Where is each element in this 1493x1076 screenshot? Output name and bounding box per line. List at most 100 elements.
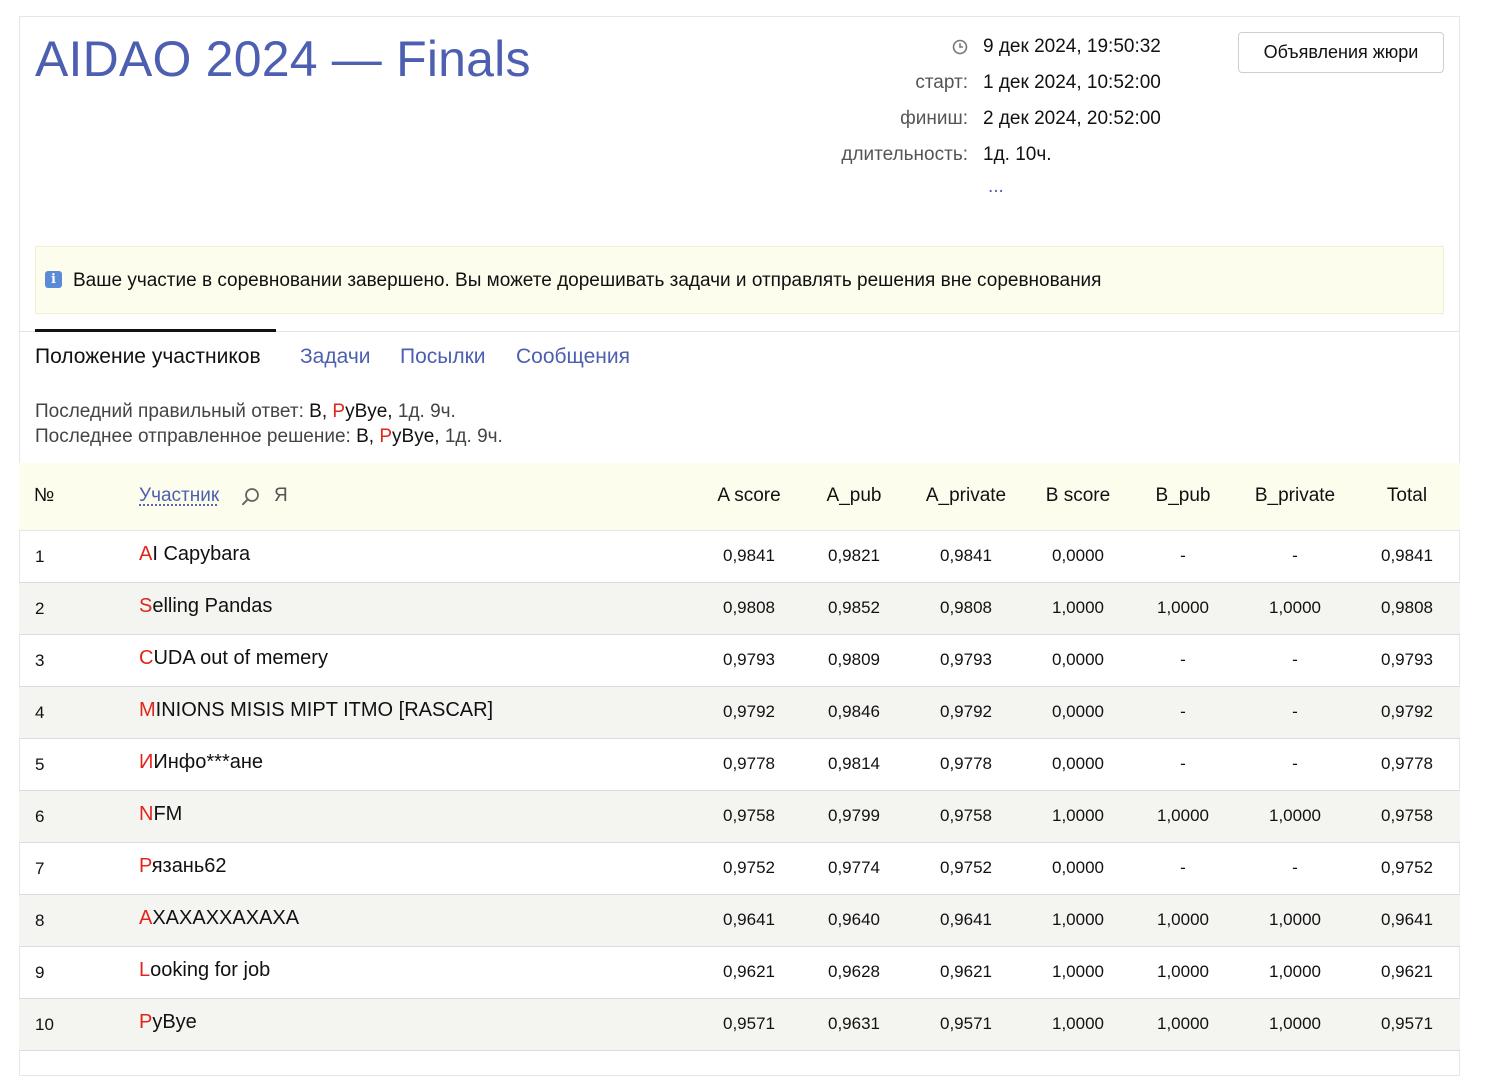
table-row: 9 Looking for job 0,9621 0,9628 0,9621 1,0000… [19,947,1460,999]
table-row: 8 АХАХАХХАХАХА 0,9641 0,9640 0,9641 1,0000 1,0… [19,895,1460,947]
last-correct-problem: B, [309,401,328,422]
b-pub-cell: - [1180,702,1186,721]
participant-name-rest: INIONS MISIS MIPT ITMO [RASCAR] [155,699,494,721]
participation-notice: i Ваше участие в соревновании завершено.… [35,246,1444,314]
table-row: 7 Рязань62 0,9752 0,9774 0,9752 0,0000 - - 0,975… [19,843,1460,895]
b-private-cell: - [1292,858,1298,877]
b-private-cell: - [1292,754,1298,773]
total-cell: 0,9641 [1381,910,1433,929]
tab-active-indicator [35,329,276,332]
meta-finish-label: финиш: [900,108,968,129]
col-b-pub: B_pub [1155,485,1211,506]
table-row: 2 Selling Pandas 0,9808 0,9852 0,9808 1,0000 1… [19,583,1460,635]
a-private-cell: 0,9792 [940,702,992,721]
last-sent-label: Последнее отправленное решение: [35,426,351,447]
total-cell: 0,9571 [1381,1014,1433,1033]
a-pub-cell: 0,9799 [828,806,880,825]
b-pub-cell: 1,0000 [1157,910,1209,929]
a-pub-cell: 0,9774 [828,858,880,877]
a-score-cell: 0,9571 [723,1014,775,1033]
last-sent-time: 1д. 9ч. [444,426,503,447]
participant-name[interactable]: MINIONS MISIS MIPT ITMO [RASCAR] [139,699,493,722]
search-icon[interactable] [241,487,261,507]
b-score-cell: 1,0000 [1052,1014,1104,1033]
table-row: 4 MINIONS MISIS MIPT ITMO [RASCAR] 0,9792 0… [19,687,1460,739]
table-row: 10 PyBye 0,9571 0,9631 0,9571 1,0000 1,0000 1,0… [19,999,1460,1051]
a-pub-cell: 0,9852 [828,598,880,617]
a-score-cell: 0,9792 [723,702,775,721]
participant-name-rest: Инфо***ане [153,751,264,773]
participant-name-rest: ooking for job [150,959,271,981]
a-pub-cell: 0,9814 [828,754,880,773]
meta-more-link[interactable]: ... [988,176,1004,198]
participant-name[interactable]: АХАХАХХАХАХА [139,907,299,930]
last-sent-problem: B, [356,426,375,447]
rank-cell: 2 [35,599,45,618]
participant-name-rest: ХАХАХХАХАХА [152,907,300,929]
rank-cell: 10 [35,1015,54,1034]
a-pub-cell: 0,9846 [828,702,880,721]
tab-messages[interactable]: Сообщения [516,345,630,369]
a-pub-cell: 0,9631 [828,1014,880,1033]
col-rank: № [34,485,55,506]
total-cell: 0,9778 [1381,754,1433,773]
b-pub-cell: - [1180,650,1186,669]
b-private-cell: 1,0000 [1269,910,1321,929]
participant-name[interactable]: CUDA out of memery [139,647,328,670]
total-cell: 0,9793 [1381,650,1433,669]
total-cell: 0,9792 [1381,702,1433,721]
rank-cell: 1 [35,547,45,566]
notice-text: Ваше участие в соревновании завершено. В… [73,270,1102,291]
participant-name[interactable]: AI Capybara [139,543,250,566]
tab-problems[interactable]: Задачи [300,345,371,369]
a-private-cell: 0,9641 [940,910,992,929]
participant-initial: А [139,907,153,929]
contest-title: AIDAO 2024 — Finals [35,31,531,87]
participant-name[interactable]: Selling Pandas [139,595,272,618]
last-correct-label: Последний правильный ответ: [35,401,304,422]
b-score-cell: 1,0000 [1052,910,1104,929]
b-pub-cell: - [1180,754,1186,773]
rank-cell: 7 [35,859,45,878]
participant-initial: A [139,543,153,565]
team-name-rest: yBye, [345,401,393,422]
b-private-cell: 1,0000 [1269,962,1321,981]
tab-standings[interactable]: Положение участников [35,345,261,369]
participant-name[interactable]: PyBye [139,1011,197,1034]
jury-announcements-button[interactable]: Объявления жюри [1238,32,1444,73]
a-score-cell: 0,9621 [723,962,775,981]
last-submitted-solution: Последнее отправленное решение: B, PyBye… [35,426,503,448]
last-correct-answer: Последний правильный ответ: B, PyBye, 1д… [35,401,456,423]
meta-finish-value: 2 дек 2024, 20:52:00 [983,108,1161,129]
meta-start-label: старт: [915,72,968,93]
last-sent-team[interactable]: PyBye, [379,426,439,447]
a-private-cell: 0,9571 [940,1014,992,1033]
participant-name-rest: elling Pandas [152,595,273,617]
b-private-cell: 1,0000 [1269,806,1321,825]
team-initial: P [332,401,346,422]
participant-name[interactable]: Рязань62 [139,855,227,878]
tab-submissions[interactable]: Посылки [400,345,486,369]
last-correct-team[interactable]: PyBye, [332,401,392,422]
col-participant[interactable]: Участник [139,485,219,507]
table-row: 5 ИИнфо***ане 0,9778 0,9814 0,9778 0,0000 - - 0,… [19,739,1460,791]
participant-name[interactable]: ИИнфо***ане [139,751,263,774]
col-b-score: B score [1045,485,1111,506]
participant-initial: S [139,595,153,617]
table-body: 1 AI Capybara 0,9841 0,9821 0,9841 0,0000 - - 0,… [19,531,1460,1051]
a-score-cell: 0,9793 [723,650,775,669]
table-header: № Участник Я A score A_pub A_private B s… [19,463,1460,531]
participant-initial: N [139,803,154,825]
a-score-cell: 0,9758 [723,806,775,825]
participant-name[interactable]: Looking for job [139,959,270,982]
b-private-cell: - [1292,650,1298,669]
info-icon: i [45,271,62,288]
participant-initial: L [139,959,151,981]
b-pub-cell: - [1180,546,1186,565]
b-pub-cell: 1,0000 [1157,1014,1209,1033]
total-cell: 0,9841 [1381,546,1433,565]
b-score-cell: 1,0000 [1052,806,1104,825]
me-filter-toggle[interactable]: Я [274,485,288,507]
participant-name[interactable]: NFM [139,803,182,826]
a-pub-cell: 0,9821 [828,546,880,565]
